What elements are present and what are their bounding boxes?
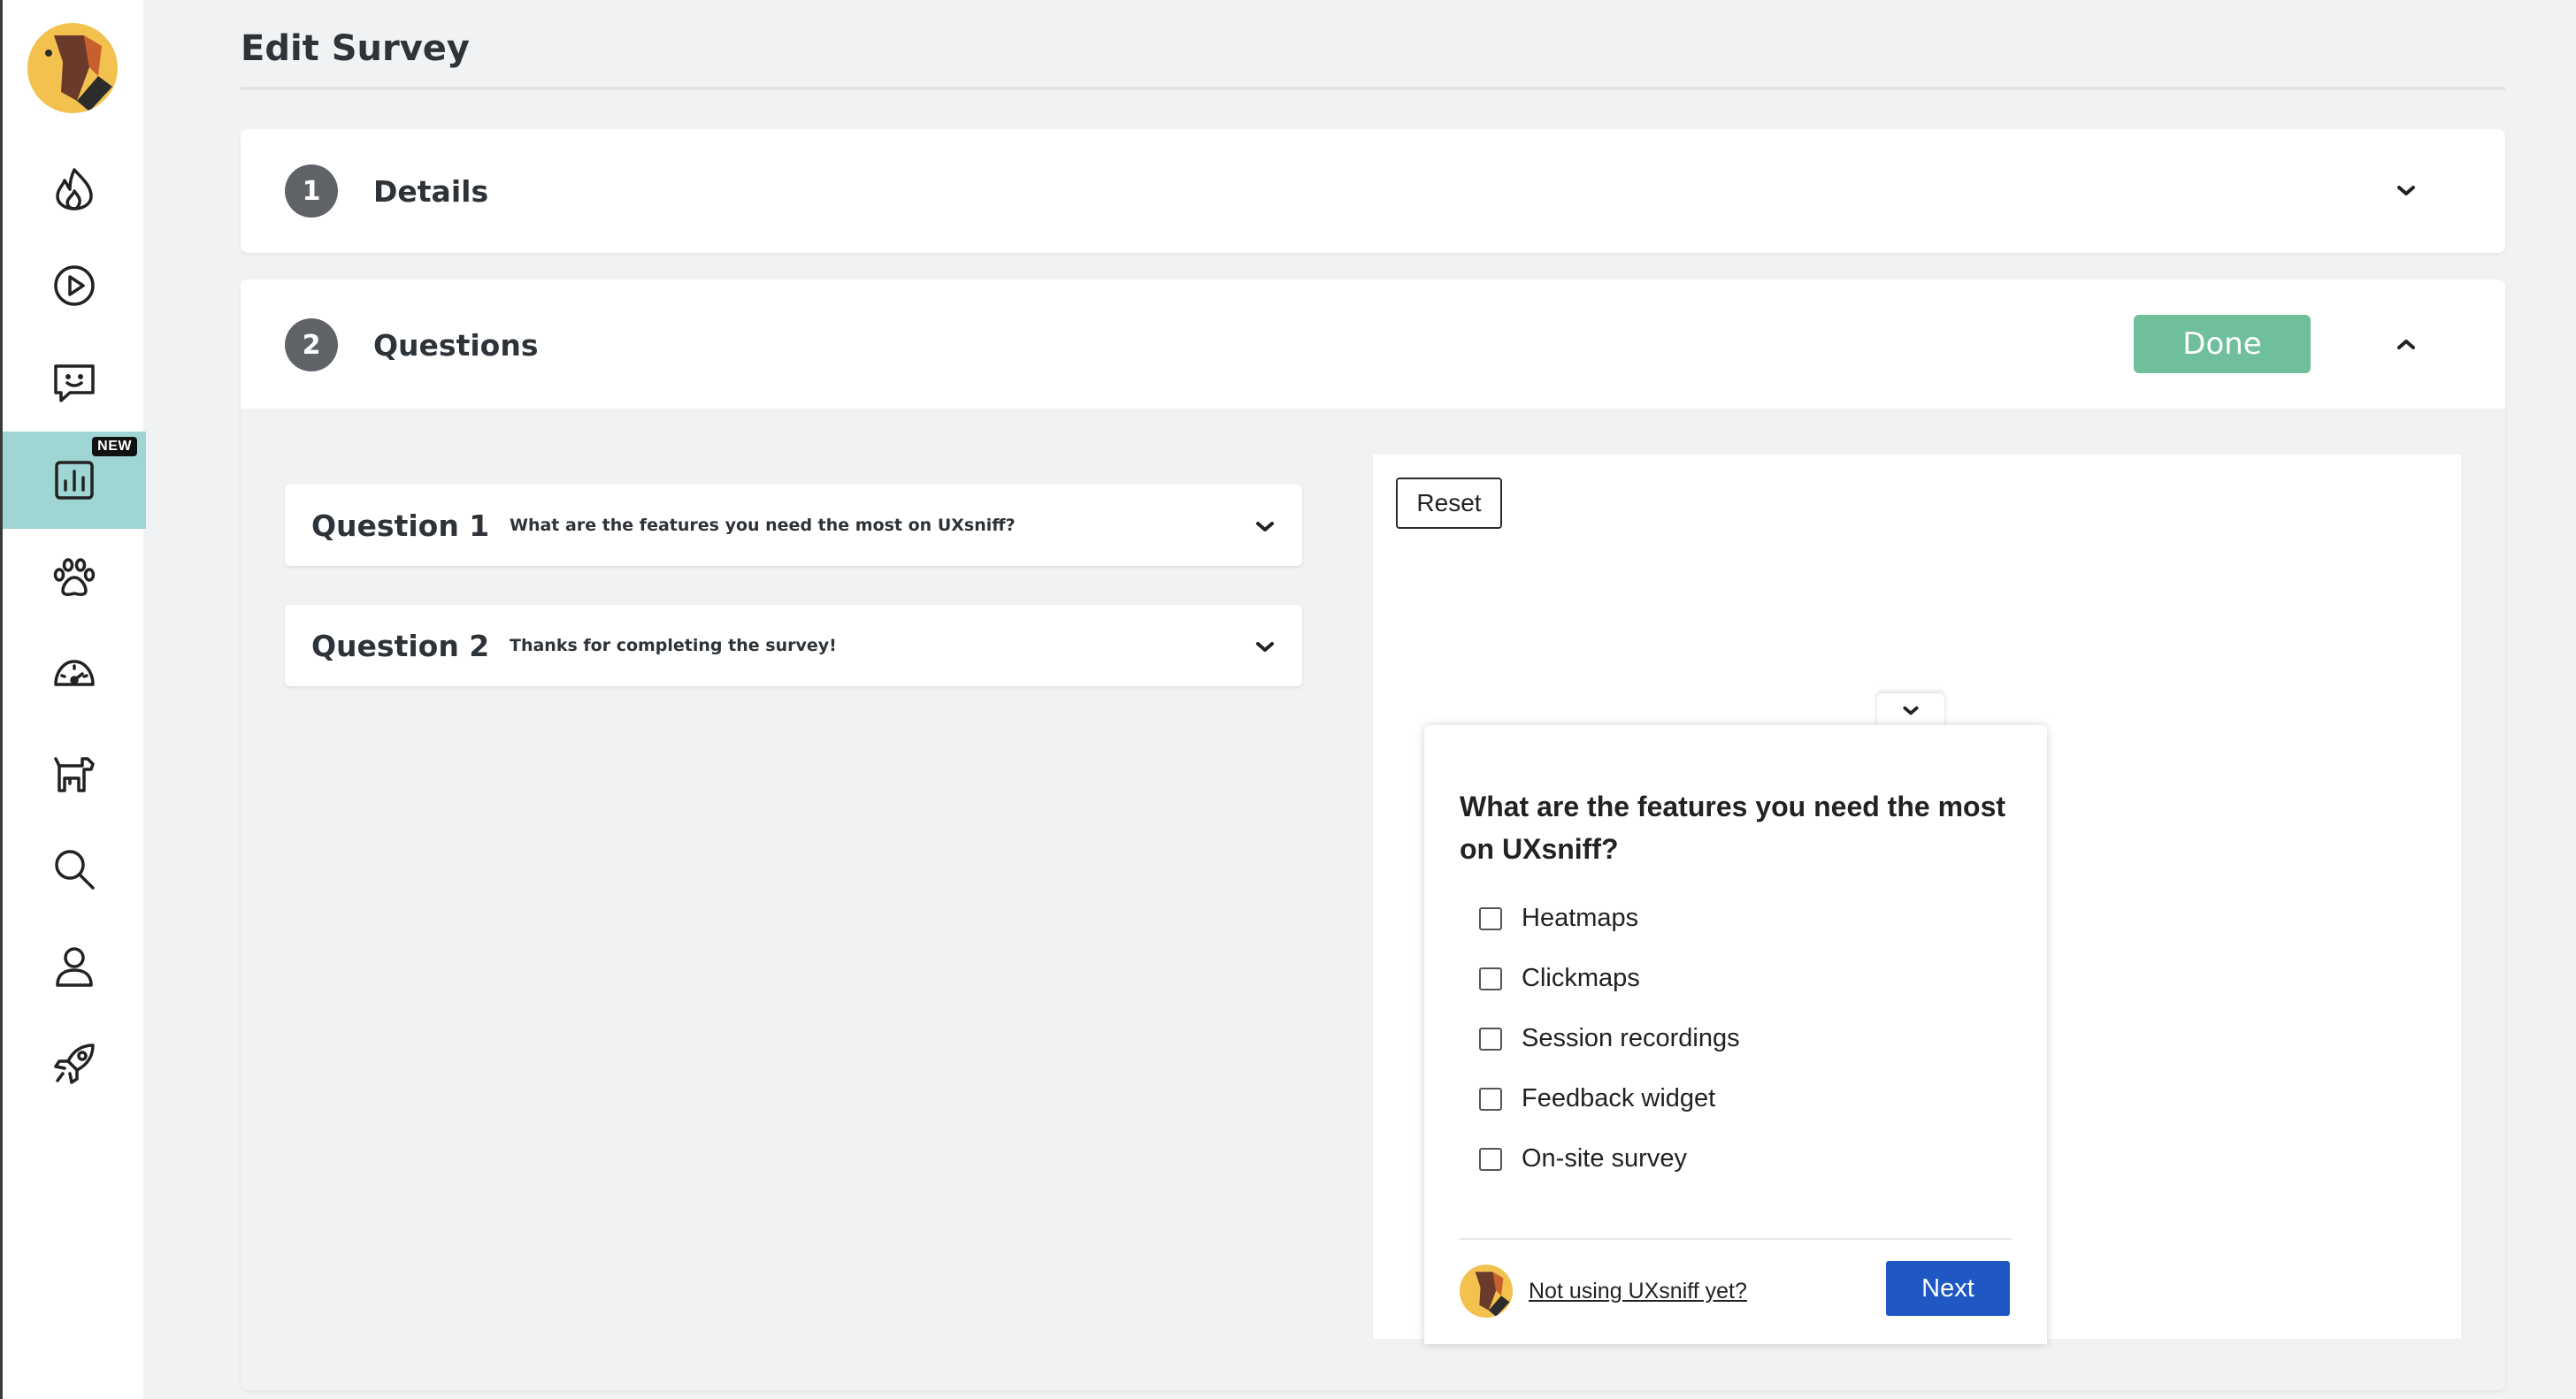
details-section[interactable]: 1 Details xyxy=(241,129,2505,253)
option-clickmaps[interactable]: Clickmaps xyxy=(1479,964,1640,993)
nav-item-launch[interactable] xyxy=(3,1015,146,1112)
widget-question: What are the features you need the most … xyxy=(1460,791,2006,865)
feedback-chat-icon xyxy=(54,364,95,402)
step-number: 1 xyxy=(285,164,338,218)
brand-logo xyxy=(1460,1265,1513,1318)
option-session-recordings[interactable]: Session recordings xyxy=(1479,1024,1740,1053)
dog-icon xyxy=(54,757,95,792)
nav-item-feedback[interactable] xyxy=(3,334,146,432)
questions-section: 2 Questions Done Question 1 What are the… xyxy=(241,279,2505,1390)
chevron-down-icon[interactable] xyxy=(1249,631,1281,663)
next-button[interactable]: Next xyxy=(1886,1261,2010,1316)
nav-item-performance[interactable] xyxy=(3,626,146,723)
speedometer-icon xyxy=(54,660,95,686)
search-icon xyxy=(55,850,95,890)
nav-item-paw[interactable] xyxy=(3,529,146,626)
option-label: Feedback widget xyxy=(1522,1084,1716,1112)
chevron-up-icon[interactable] xyxy=(2390,329,2422,361)
section-title: Questions xyxy=(373,327,539,363)
chart-icon xyxy=(55,461,94,500)
question-text: What are the features you need the most … xyxy=(510,516,1016,535)
checkbox[interactable] xyxy=(1479,1087,1502,1111)
checkbox[interactable] xyxy=(1479,1027,1502,1051)
option-label: Clickmaps xyxy=(1522,964,1640,992)
question-item[interactable]: Question 1 What are the features you nee… xyxy=(285,485,1302,566)
checkbox[interactable] xyxy=(1479,906,1502,930)
option-feedback-widget[interactable]: Feedback widget xyxy=(1479,1084,1715,1113)
page-title: Edit Survey xyxy=(241,28,471,69)
section-title: Details xyxy=(373,173,489,209)
nav-item-recordings[interactable] xyxy=(3,237,146,334)
new-badge: NEW xyxy=(92,437,137,456)
option-heatmaps[interactable]: Heatmaps xyxy=(1479,904,1638,933)
checkbox[interactable] xyxy=(1479,1147,1502,1171)
question-title: Question 2 xyxy=(311,628,490,663)
widget-divider xyxy=(1460,1238,2012,1240)
collapse-widget-tab[interactable] xyxy=(1877,693,1944,729)
question-title: Question 1 xyxy=(311,508,490,543)
rocket-icon xyxy=(54,1044,95,1084)
app-logo[interactable] xyxy=(27,23,118,113)
question-text: Thanks for completing the survey! xyxy=(510,636,837,655)
nav-item-dog[interactable] xyxy=(3,723,146,821)
question-item[interactable]: Question 2 Thanks for completing the sur… xyxy=(285,605,1302,686)
checkbox[interactable] xyxy=(1479,967,1502,990)
option-on-site-survey[interactable]: On-site survey xyxy=(1479,1144,1687,1173)
done-button[interactable]: Done xyxy=(2134,315,2311,373)
option-label: On-site survey xyxy=(1522,1144,1687,1173)
sidebar: NEW xyxy=(0,0,146,1399)
nav-item-activity[interactable] xyxy=(3,140,146,237)
signup-link[interactable]: Not using UXsniff yet? xyxy=(1529,1279,1747,1304)
reset-button[interactable]: Reset xyxy=(1396,478,1502,529)
chevron-down-icon[interactable] xyxy=(2390,175,2422,207)
survey-widget: What are the features you need the most … xyxy=(1424,725,2047,1344)
nav-item-search[interactable] xyxy=(3,821,146,918)
questions-body: Question 1 What are the features you nee… xyxy=(241,409,2505,1390)
survey-preview: Reset What are the features you need the… xyxy=(1373,455,2461,1344)
play-icon xyxy=(54,265,95,306)
chevron-down-icon xyxy=(1903,706,1919,715)
fire-icon xyxy=(56,168,93,210)
nav-item-surveys[interactable]: NEW xyxy=(3,432,146,529)
user-icon xyxy=(56,947,93,987)
step-number: 2 xyxy=(285,318,338,371)
option-label: Session recordings xyxy=(1522,1024,1740,1052)
chevron-down-icon[interactable] xyxy=(1249,511,1281,543)
paw-icon xyxy=(53,558,96,596)
title-divider xyxy=(241,87,2505,90)
nav-item-account[interactable] xyxy=(3,918,146,1015)
option-label: Heatmaps xyxy=(1522,904,1639,932)
